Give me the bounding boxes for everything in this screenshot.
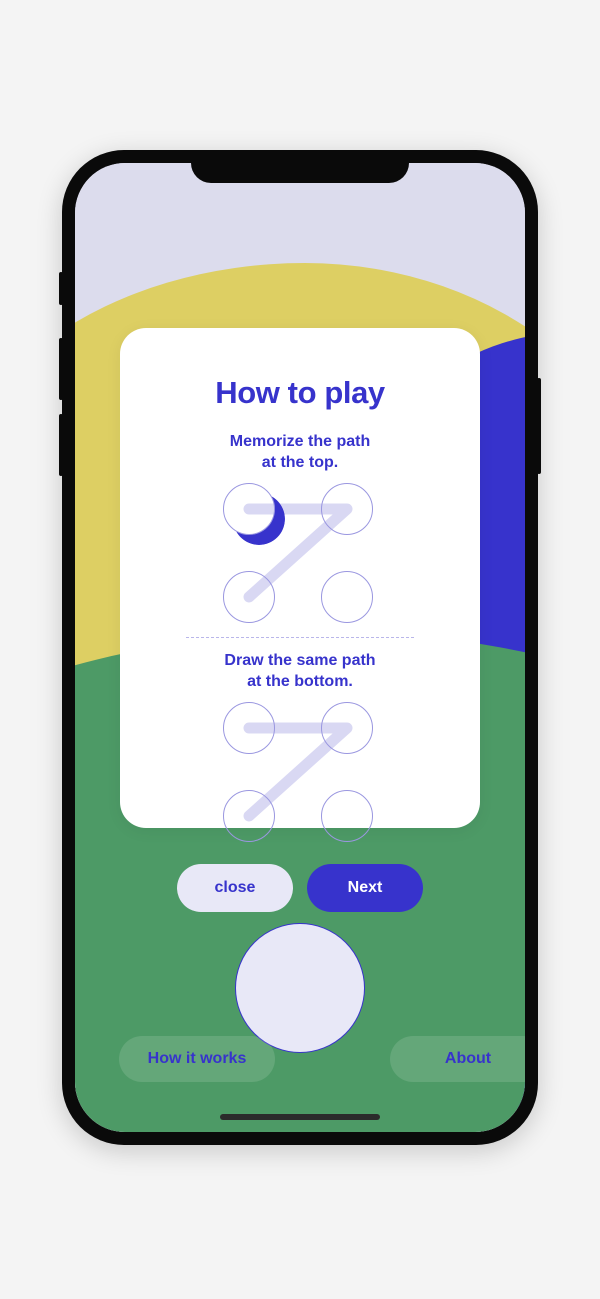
pattern-dot-bottom-right[interactable] <box>321 571 373 624</box>
section-memorize-caption: Memorize the path at the top. <box>120 431 480 473</box>
crescent-moon-icon <box>233 493 285 546</box>
power-button[interactable] <box>537 378 541 474</box>
pattern-grid-bottom[interactable] <box>223 702 377 843</box>
caption-line-1: Draw the same path <box>224 652 376 670</box>
caption-line-2: at the bottom. <box>247 673 353 691</box>
background-lavender-circle <box>235 923 365 1053</box>
close-button[interactable]: close <box>177 864 293 913</box>
pattern-dot-top-right[interactable] <box>321 483 373 536</box>
pattern-grid-top[interactable] <box>223 483 377 624</box>
phone-notch <box>191 150 409 183</box>
volume-down-button[interactable] <box>59 414 63 476</box>
section-draw: Draw the same path at the bottom. <box>120 650 480 843</box>
caption-line-2: at the top. <box>261 454 339 472</box>
silent-switch-button[interactable] <box>59 272 63 305</box>
section-draw-caption: Draw the same path at the bottom. <box>120 650 480 692</box>
pattern-dot-bottom-left[interactable] <box>223 571 275 624</box>
nav-item-about[interactable]: About <box>390 1036 525 1082</box>
phone-screen: How to play Memorize the path at the top… <box>75 163 525 1132</box>
caption-line-1: Memorize the path <box>229 433 371 450</box>
nav-item-how-it-works[interactable]: How it works <box>119 1036 275 1082</box>
volume-up-button[interactable] <box>59 338 63 400</box>
home-indicator[interactable] <box>220 1114 380 1120</box>
section-memorize: Memorize the path at the top. <box>120 431 480 624</box>
next-button[interactable]: Next <box>307 864 423 913</box>
phone-frame: How to play Memorize the path at the top… <box>59 150 541 1145</box>
how-to-play-modal: How to play Memorize the path at the top… <box>120 328 480 913</box>
page-title: How to play <box>215 375 385 410</box>
section-divider <box>186 637 414 639</box>
modal-actions: close Next <box>120 864 480 913</box>
